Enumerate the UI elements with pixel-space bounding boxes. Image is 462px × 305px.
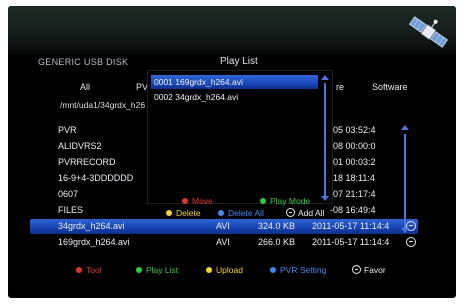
move-button[interactable]: Move [182,196,213,206]
circle-minus-icon[interactable] [406,237,416,247]
header-background [8,6,456,58]
delete-all-button[interactable]: Delete All [218,208,264,218]
file-date: -08 16:49:4 [330,205,376,215]
playlist-scroll-up-icon[interactable] [321,75,329,80]
file-type: AVI [216,237,230,247]
file-name: ALIDVRS2 [58,141,102,151]
playlist-scrollbar[interactable] [324,83,326,197]
playlist-item-label: 0001 169grdx_h264.avi [154,77,243,87]
file-name: FILES [58,205,84,215]
device-title: GENERIC USB DISK [38,57,129,67]
bottom-key-bar: Tool Play List Upload PVR Setting Favor [8,265,456,279]
file-name: 169grdx_h264.avi [58,237,130,247]
green-key-icon [260,198,266,204]
file-name: 34grdx_h264.avi [58,221,125,231]
list-item[interactable]: 169grdx_h264.avi AVI 266.0 KB 2011-05-17… [30,235,418,250]
file-list-scrollbar[interactable] [404,134,406,228]
add-all-button[interactable]: Add All [286,208,324,218]
file-name: PVR [58,125,77,135]
file-size: 266.0 KB [258,237,296,247]
playlist-title: Play List [220,56,258,67]
tab-re[interactable]: re [336,82,344,92]
mount-path: /mnt/uda1/34grdx_h26 [60,100,146,110]
playlist-item-selected[interactable]: 0001 169grdx_h264.avi [151,75,318,89]
file-name: 16-9+4-3DDDDDD [58,173,134,183]
yellow-key-icon [166,210,172,216]
red-key-icon [182,198,188,204]
blue-key-icon [270,267,276,273]
red-key-icon [76,267,82,273]
circle-minus-icon [352,265,361,274]
file-date: -05 03:52:4 [330,125,376,135]
tv-screen: GENERIC USB DISK Play List All PVR re So… [8,6,456,298]
scroll-down-arrow-icon[interactable] [401,228,409,233]
file-size: 324.0 KB [258,221,296,231]
playlist-item[interactable]: 0002 34grdx_h264.avi [151,90,318,104]
tab-software[interactable]: Software [372,82,408,92]
green-key-icon [136,267,142,273]
file-date: -18 18:11:4 [330,173,375,183]
file-type: AVI [216,221,230,231]
file-date: -08 00:00:0 [330,141,376,151]
list-item-selected[interactable]: 34grdx_h264.avi AVI 324.0 KB 2011-05-17 … [30,219,418,234]
file-date: -01 00:03:2 [330,157,376,167]
file-date: 2011-05-17 11:14:4 [312,221,390,231]
play-mode-button[interactable]: Play Mode [260,196,310,206]
playlist-popup: 0001 169grdx_h264.avi 0002 34grdx_h264.a… [147,70,333,218]
file-name: PVRRECORD [58,157,116,167]
tool-button[interactable]: Tool [76,265,102,275]
playlist-scroll-down-icon[interactable] [321,196,329,201]
favor-button[interactable]: Favor [352,265,386,275]
upload-button[interactable]: Upload [206,265,243,275]
yellow-key-icon [206,267,212,273]
play-list-button[interactable]: Play List [136,265,178,275]
scroll-up-arrow-icon[interactable] [401,125,409,130]
file-date: -07 21:17:4 [330,189,376,199]
blue-key-icon [218,210,224,216]
tab-all[interactable]: All [80,82,90,92]
file-name: 0607 [58,189,79,199]
playlist-item-label: 0002 34grdx_h264.avi [154,92,239,102]
satellite-icon [408,16,448,48]
pvr-setting-button[interactable]: PVR Setting [270,265,326,275]
delete-button[interactable]: Delete [166,208,201,218]
file-date: 2011-05-17 11:14:4 [312,237,390,247]
circle-minus-icon [286,208,295,217]
